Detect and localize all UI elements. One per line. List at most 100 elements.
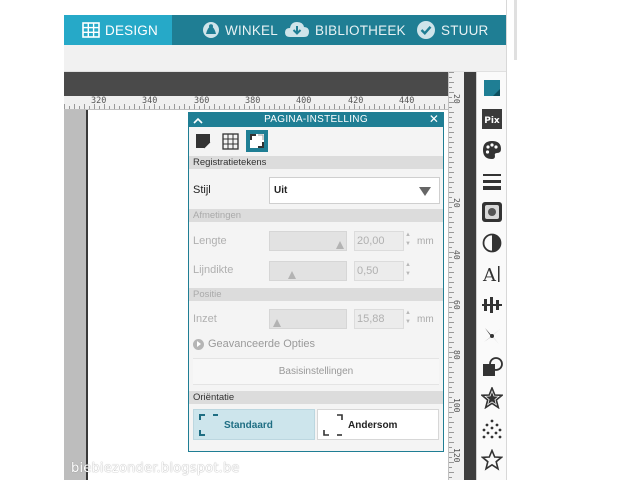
ruler-tick: [449, 177, 452, 178]
rhinestone-tool[interactable]: [480, 448, 504, 472]
inset-label: Inzet: [193, 313, 217, 325]
ruler-tick: [449, 152, 454, 153]
dimensions-section-header: Afmetingen: [189, 209, 443, 222]
advanced-options-label: Geavanceerde Opties: [208, 338, 316, 350]
tab-registration-marks[interactable]: [246, 130, 268, 152]
ruler-tick: [449, 352, 454, 353]
ruler-tick: [314, 104, 315, 109]
replicate-icon: [484, 328, 500, 344]
text-style-tool[interactable]: A: [480, 262, 504, 286]
ruler-tick: [449, 337, 452, 338]
ruler-tick: [449, 302, 454, 303]
tab-stuur[interactable]: STUUR: [416, 15, 514, 45]
pixscan-tool[interactable]: Pix: [480, 107, 504, 131]
chevron-up-icon: [193, 117, 203, 124]
registration-marks-icon: [250, 134, 264, 148]
ruler-tick: [179, 106, 180, 109]
ruler-tick: [204, 104, 205, 109]
orientation-standard-label: Standaard: [224, 420, 273, 431]
tab-bibliotheek[interactable]: BIBLIOTHEEK: [284, 15, 409, 45]
ruler-tick: [449, 387, 452, 388]
ruler-tick: [449, 262, 454, 263]
style-select-value: Uit: [274, 185, 288, 196]
length-slider[interactable]: [269, 231, 347, 251]
tab-grid[interactable]: [219, 130, 241, 152]
modify-tool[interactable]: [480, 355, 504, 379]
page-settings-icon: [484, 80, 500, 96]
ruler-tick: [449, 292, 454, 293]
ruler-tick: [449, 312, 454, 313]
contrast-tool[interactable]: [480, 231, 504, 255]
orientation-standard-button[interactable]: Standaard: [193, 409, 315, 440]
thickness-input[interactable]: 0,50: [354, 261, 404, 281]
contrast-icon: [482, 233, 502, 253]
thickness-slider[interactable]: [269, 261, 347, 281]
sparkle-icon: [482, 419, 502, 439]
align-tool[interactable]: [480, 293, 504, 317]
length-label: Lengte: [193, 235, 227, 247]
ruler-tick: [299, 106, 300, 109]
ruler-tick: [449, 122, 454, 123]
inset-slider[interactable]: [269, 309, 347, 329]
ruler-tick: [304, 104, 305, 109]
ruler-tick: [449, 212, 454, 213]
inset-input[interactable]: 15,88: [354, 309, 404, 329]
panel-header[interactable]: PAGINA-INSTELLING ✕: [189, 113, 443, 127]
ruler-tick: [449, 362, 454, 363]
inset-stepper[interactable]: ▲ ▼: [404, 309, 412, 329]
close-button[interactable]: ✕: [428, 113, 440, 127]
slider-thumb-icon[interactable]: [273, 319, 281, 327]
tab-winkel[interactable]: WINKEL: [192, 15, 288, 45]
scrollbar-track[interactable]: [514, 0, 517, 60]
basic-settings-button[interactable]: Basisinstellingen: [193, 358, 439, 385]
ruler-tick: [279, 106, 280, 109]
tab-design[interactable]: DESIGN: [64, 15, 172, 45]
registration-section-header: Registratietekens: [189, 156, 443, 169]
trace-tool[interactable]: [480, 417, 504, 441]
collapse-button[interactable]: [192, 113, 204, 127]
ruler-tick: [449, 167, 452, 168]
page-settings-tool[interactable]: [480, 76, 504, 100]
line-style-tool[interactable]: [480, 169, 504, 193]
silhouette-studio-window: DESIGN WINKEL BIBLIOTHEEK STUUR 320 340 …: [0, 0, 640, 480]
slider-thumb-icon[interactable]: [288, 271, 296, 279]
length-stepper[interactable]: ▲ ▼: [404, 231, 412, 251]
ruler-tick: [449, 217, 452, 218]
length-unit: mm: [417, 236, 434, 247]
ruler-tick: [449, 427, 452, 428]
ruler-tick: [329, 106, 330, 109]
ruler-tick: [449, 147, 452, 148]
replicate-tool[interactable]: [480, 324, 504, 348]
ruler-label: 360: [194, 96, 210, 106]
ruler-tick: [449, 307, 452, 308]
length-input[interactable]: 20,00: [354, 231, 404, 251]
ruler-tick: [394, 104, 395, 109]
ruler-label: 380: [245, 96, 261, 106]
modify-icon: [483, 357, 503, 376]
fill-pattern-tool[interactable]: [480, 200, 504, 224]
panel-title: PAGINA-INSTELLING: [264, 114, 368, 125]
ruler-tick: [219, 106, 220, 109]
ruler-tick: [449, 397, 452, 398]
ruler-tick: [449, 107, 452, 108]
tab-page[interactable]: [192, 130, 214, 152]
ruler-tick: [344, 104, 345, 109]
star-outline-icon: [481, 449, 503, 471]
line-style-icon: [483, 174, 501, 190]
ruler-tick: [449, 392, 454, 393]
ruler-tick: [449, 192, 454, 193]
ruler-tick: [439, 106, 440, 109]
ruler-label: 120: [452, 448, 461, 463]
ruler-tick: [449, 247, 452, 248]
offset-tool[interactable]: [480, 386, 504, 410]
fill-color-tool[interactable]: [480, 138, 504, 162]
ruler-tick: [399, 106, 400, 109]
ruler-tick: [449, 137, 452, 138]
thickness-stepper[interactable]: ▲ ▼: [404, 261, 412, 281]
orientation-reverse-button[interactable]: Andersom: [317, 409, 439, 440]
orientation-reverse-label: Andersom: [348, 420, 398, 431]
style-select[interactable]: Uit: [269, 177, 440, 204]
slider-thumb-icon[interactable]: [336, 241, 344, 249]
advanced-options-toggle[interactable]: Geavanceerde Opties: [193, 338, 315, 350]
right-tool-panel: Pix A: [476, 72, 506, 480]
